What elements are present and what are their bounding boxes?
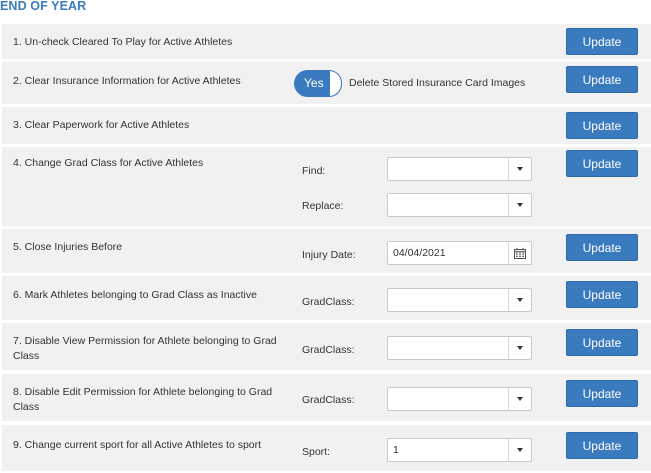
update-button[interactable]: Update [566,150,638,177]
row-label: 6. Mark Athletes belonging to Grad Class… [13,289,257,301]
caret-down-icon[interactable] [508,337,531,359]
row-label: 7. Disable View Permission for Athlete b… [13,335,277,362]
row-mark-inactive: 6. Mark Athletes belonging to Grad Class… [2,276,651,320]
replace-select[interactable] [387,193,532,217]
injury-date-value: 04/04/2021 [393,247,446,259]
row-label: 3. Clear Paperwork for Active Athletes [13,119,190,131]
row-label: 2. Clear Insurance Information for Activ… [13,75,241,87]
find-label: Find: [302,165,326,177]
sport-select[interactable]: 1 [387,438,532,462]
update-button[interactable]: Update [566,432,638,459]
row-clear-insurance: 2. Clear Insurance Information for Activ… [2,62,651,104]
row-uncheck-cleared: 1. Un-check Cleared To Play for Active A… [2,24,651,59]
injury-date-label: Injury Date: [302,249,356,261]
update-button[interactable]: Update [566,329,638,356]
gradclass-select[interactable] [387,387,532,411]
toggle-state-label: Yes [304,76,324,90]
row-label: 9. Change current sport for all Active A… [13,439,262,451]
update-button[interactable]: Update [566,66,638,93]
update-button[interactable]: Update [566,380,638,407]
caret-down-icon[interactable] [508,194,531,216]
caret-down-icon[interactable] [508,289,531,311]
caret-down-icon[interactable] [508,158,531,180]
row-disable-edit: 8. Disable Edit Permission for Athlete b… [2,374,651,421]
row-label: 8. Disable Edit Permission for Athlete b… [13,386,273,413]
row-label: 1. Un-check Cleared To Play for Active A… [13,36,233,48]
toggle-description: Delete Stored Insurance Card Images [349,77,526,89]
gradclass-label: GradClass: [302,344,355,356]
row-close-injuries: 5. Close Injuries Before Injury Date: 04… [2,229,651,273]
gradclass-select[interactable] [387,336,532,360]
find-select[interactable] [387,157,532,181]
caret-down-icon[interactable] [508,388,531,410]
gradclass-select[interactable] [387,288,532,312]
row-clear-paperwork: 3. Clear Paperwork for Active Athletes U… [2,107,651,144]
calendar-icon[interactable] [508,242,531,264]
delete-insurance-images-toggle[interactable]: Yes [294,70,342,97]
update-button[interactable]: Update [566,281,638,308]
update-button[interactable]: Update [566,112,638,139]
row-disable-view: 7. Disable View Permission for Athlete b… [2,323,651,370]
gradclass-label: GradClass: [302,394,355,406]
row-change-grad-class: 4. Change Grad Class for Active Athletes… [2,147,651,226]
section-title: END OF YEAR [0,0,87,13]
row-label: 5. Close Injuries Before [13,241,123,253]
caret-down-icon[interactable] [508,439,531,461]
gradclass-label: GradClass: [302,296,355,308]
update-button[interactable]: Update [566,28,638,55]
injury-date-input[interactable]: 04/04/2021 [387,241,532,265]
replace-label: Replace: [302,200,344,212]
row-change-sport: 9. Change current sport for all Active A… [2,425,651,471]
update-button[interactable]: Update [566,234,638,261]
sport-value: 1 [393,444,399,456]
sport-label: Sport: [302,446,331,458]
row-label: 4. Change Grad Class for Active Athletes [13,157,204,169]
toggle-knob [329,70,342,97]
